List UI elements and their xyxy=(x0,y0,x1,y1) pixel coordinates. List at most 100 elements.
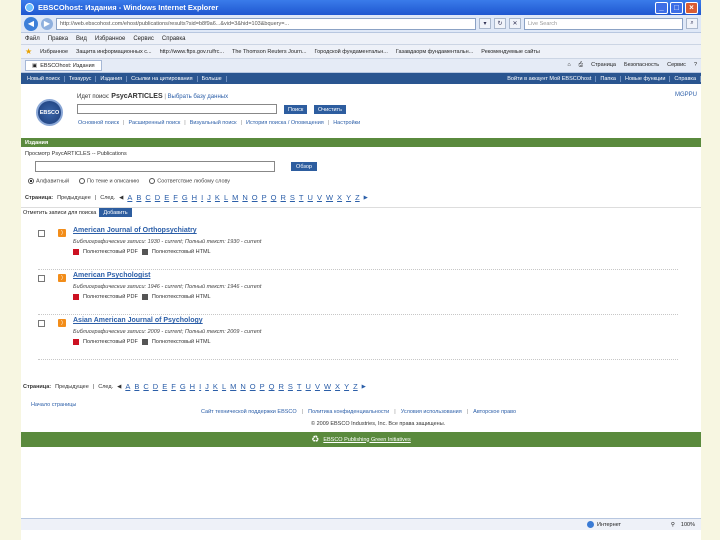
alphabet-letter-link[interactable]: C xyxy=(143,382,148,391)
forward-button[interactable]: ▶ xyxy=(41,17,53,30)
rss-icon[interactable]: ) xyxy=(58,229,66,237)
dropdown-icon[interactable]: ▾ xyxy=(479,18,491,29)
alphabet-letter-link[interactable]: X xyxy=(337,193,342,202)
pdf-link[interactable]: Полнотекстовый PDF xyxy=(83,294,138,300)
alphabet-letter-link[interactable]: K xyxy=(213,382,218,391)
search-input[interactable] xyxy=(77,104,277,114)
radio-match-any[interactable]: Соответствие любому слову xyxy=(149,178,230,184)
menu-help[interactable]: Справка xyxy=(162,36,186,42)
alphabet-letter-link[interactable]: J xyxy=(207,193,211,202)
alphabet-letter-link[interactable]: C xyxy=(145,193,150,202)
alphabet-letter-link[interactable]: O xyxy=(250,382,256,391)
alphabet-letter-link[interactable]: T xyxy=(297,382,302,391)
menu-edit[interactable]: Правка xyxy=(48,36,68,42)
chevron-right-icon[interactable]: ▶ xyxy=(364,195,368,201)
publication-title-link[interactable]: Asian American Journal of Psychology xyxy=(73,317,203,324)
alphabet-letter-link[interactable]: H xyxy=(192,193,197,202)
advanced-search-link[interactable]: Расширенный поиск xyxy=(128,120,180,126)
alphabet-letter-link[interactable]: N xyxy=(240,382,245,391)
stop-icon[interactable]: ✕ xyxy=(509,18,521,29)
alphabet-letter-link[interactable]: S xyxy=(290,193,295,202)
select-checkbox[interactable] xyxy=(38,230,45,237)
alphabet-letter-link[interactable]: G xyxy=(180,382,186,391)
alphabet-letter-link[interactable]: F xyxy=(171,382,176,391)
add-button[interactable]: Добавить xyxy=(99,208,132,217)
alphabet-letter-link[interactable]: W xyxy=(324,382,331,391)
alphabet-letter-link[interactable]: G xyxy=(182,193,188,202)
search-icon[interactable]: ⌕ xyxy=(686,18,698,29)
alphabet-letter-link[interactable]: R xyxy=(280,193,285,202)
alphabet-letter-link[interactable]: L xyxy=(224,193,228,202)
alphabet-letter-link[interactable]: L xyxy=(222,382,226,391)
back-button[interactable]: ◀ xyxy=(24,16,38,31)
alphabet-letter-link[interactable]: B xyxy=(136,193,141,202)
alphabet-letter-link[interactable]: P xyxy=(260,382,265,391)
top-of-page-link[interactable]: Начало страницы xyxy=(31,402,76,408)
alphabet-letter-link[interactable]: Z xyxy=(355,193,360,202)
copyright-link[interactable]: Авторское право xyxy=(473,409,516,415)
chevron-left-icon[interactable]: ◀ xyxy=(117,384,121,390)
radio-subject[interactable]: По теме и описанию xyxy=(79,178,139,184)
alphabet-letter-link[interactable]: B xyxy=(134,382,139,391)
browse-input[interactable] xyxy=(35,161,275,172)
html-link[interactable]: Полнотекстовый HTML xyxy=(152,339,211,345)
privacy-link[interactable]: Политика конфиденциальности xyxy=(308,409,389,415)
green-initiative-link[interactable]: EBSCO Publishing Green Initiatives xyxy=(323,437,410,443)
page-menu[interactable]: Страница xyxy=(591,62,616,69)
publication-title-link[interactable]: American Psychologist xyxy=(73,272,150,279)
favorites-label[interactable]: Избранное xyxy=(40,49,68,55)
alphabet-letter-link[interactable]: A xyxy=(127,193,132,202)
radio-alphabetical[interactable]: Алфавитный xyxy=(28,178,69,184)
alphabet-letter-link[interactable]: I xyxy=(199,382,201,391)
alphabet-letter-link[interactable]: Q xyxy=(269,382,275,391)
alphabet-letter-link[interactable]: E xyxy=(162,382,167,391)
nav-thesaurus[interactable]: Тезаурус xyxy=(65,75,97,82)
alphabet-letter-link[interactable]: N xyxy=(242,193,247,202)
search-button[interactable]: Поиск xyxy=(284,105,308,114)
folder-link[interactable]: Папка xyxy=(596,75,621,82)
alphabet-letter-link[interactable]: F xyxy=(173,193,178,202)
prev-link[interactable]: Предыдущее xyxy=(57,195,91,201)
url-field[interactable]: http://web.ebscohost.com/ehost/publicati… xyxy=(56,17,476,30)
support-link[interactable]: Сайт технической поддержки EBSCO xyxy=(201,409,297,415)
alphabet-letter-link[interactable]: U xyxy=(306,382,311,391)
alphabet-letter-link[interactable]: K xyxy=(215,193,220,202)
nav-more[interactable]: Больше xyxy=(198,75,227,82)
alphabet-letter-link[interactable]: S xyxy=(288,382,293,391)
tools-menu[interactable]: Сервис xyxy=(667,62,686,69)
prev-link-bottom[interactable]: Предыдущее xyxy=(55,384,89,390)
alphabet-letter-link[interactable]: Y xyxy=(346,193,351,202)
home-icon[interactable]: ⌂ xyxy=(567,62,570,69)
sign-in-link[interactable]: Войти в аккаунт Мой EBSCOhost xyxy=(503,75,597,82)
zoom-level[interactable]: 100% xyxy=(681,522,695,528)
pdf-link[interactable]: Полнотекстовый PDF xyxy=(83,249,138,255)
html-link[interactable]: Полнотекстовый HTML xyxy=(152,294,211,300)
alphabet-letter-link[interactable]: Y xyxy=(344,382,349,391)
alphabet-letter-link[interactable]: R xyxy=(278,382,283,391)
alphabet-letter-link[interactable]: E xyxy=(164,193,169,202)
publication-title-link[interactable]: American Journal of Orthopsychiatry xyxy=(73,227,197,234)
menu-view[interactable]: Вид xyxy=(76,36,87,42)
next-link-bottom[interactable]: След. xyxy=(98,384,113,390)
rss-icon[interactable]: ) xyxy=(58,274,66,282)
help-link[interactable]: Справка xyxy=(670,75,701,82)
favorite-link-5[interactable]: Газавдаорм фундаментальн... xyxy=(396,49,473,55)
next-link[interactable]: След. xyxy=(100,195,115,201)
alphabet-letter-link[interactable]: D xyxy=(153,382,158,391)
search-history-link[interactable]: История поиска / Оповещения xyxy=(246,120,324,126)
pdf-link[interactable]: Полнотекстовый PDF xyxy=(83,339,138,345)
alphabet-letter-link[interactable]: V xyxy=(317,193,322,202)
alphabet-letter-link[interactable]: T xyxy=(299,193,304,202)
choose-database-link[interactable]: Выбрать базу данных xyxy=(168,94,229,100)
rss-icon[interactable]: ) xyxy=(58,319,66,327)
chevron-left-icon[interactable]: ◀ xyxy=(119,195,123,201)
alphabet-letter-link[interactable]: J xyxy=(205,382,209,391)
maximize-button[interactable]: □ xyxy=(670,1,683,14)
alphabet-letter-link[interactable]: Q xyxy=(271,193,277,202)
close-button[interactable]: × xyxy=(685,1,698,14)
menu-file[interactable]: Файл xyxy=(25,36,40,42)
alphabet-letter-link[interactable]: O xyxy=(252,193,258,202)
nav-publications[interactable]: Издания xyxy=(96,75,128,82)
alphabet-letter-link[interactable]: P xyxy=(262,193,267,202)
live-search-input[interactable]: Live Search xyxy=(524,17,683,30)
